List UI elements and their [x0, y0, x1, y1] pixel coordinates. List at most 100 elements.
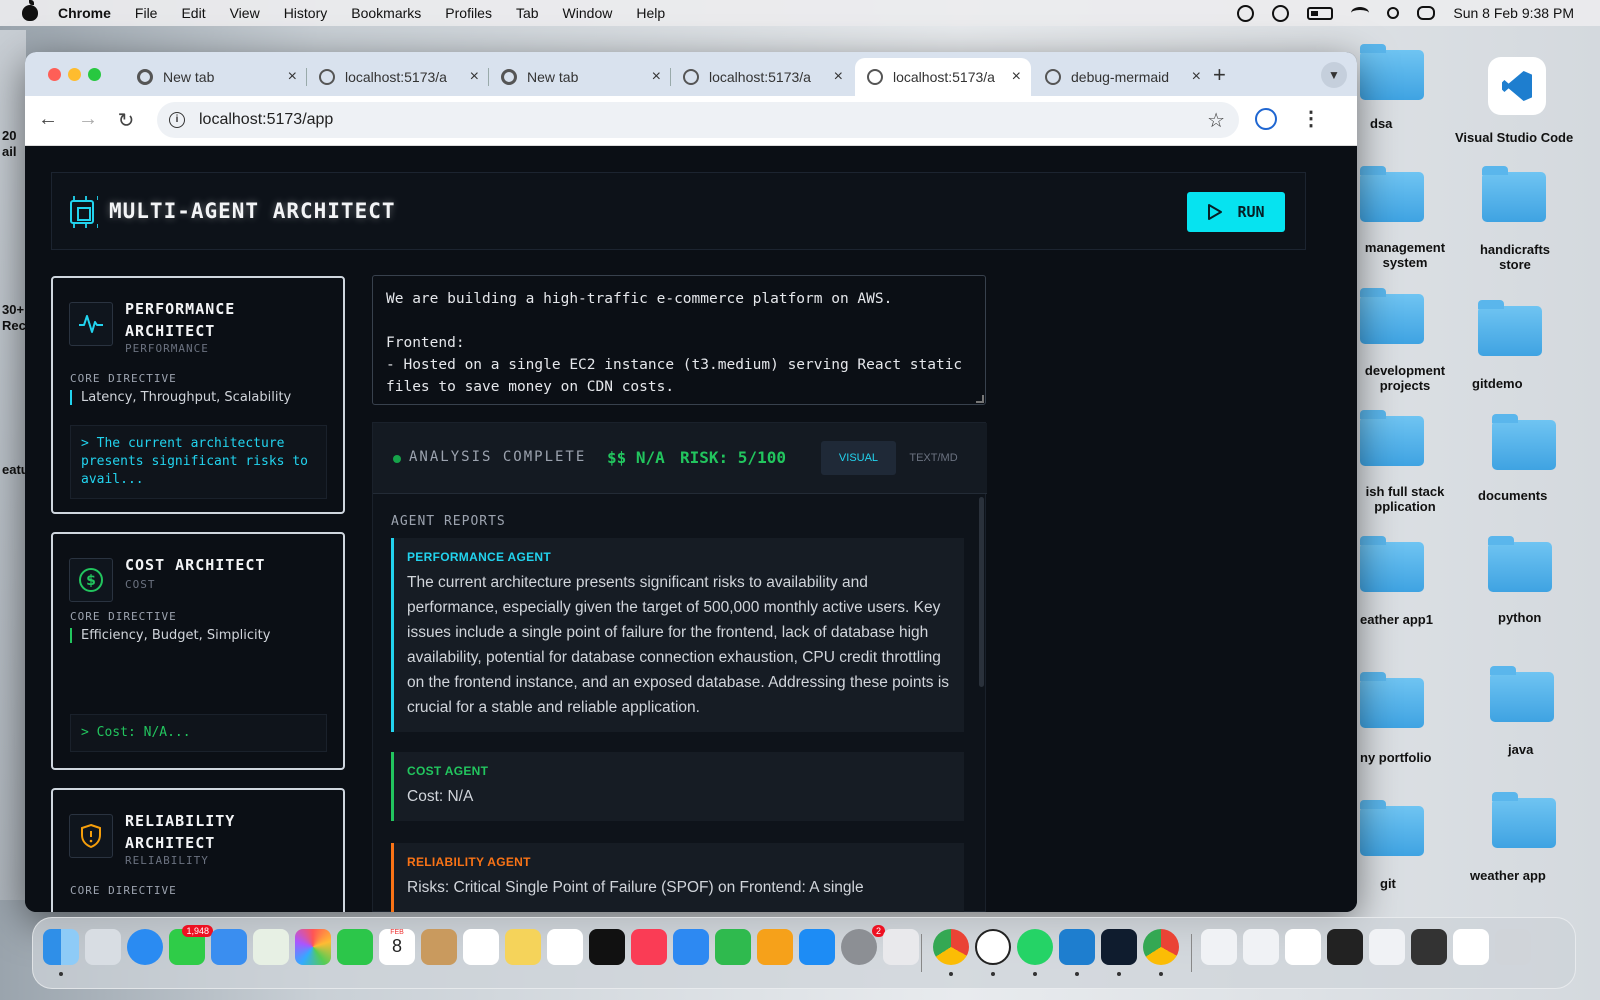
profile-avatar-icon[interactable] — [1255, 108, 1277, 130]
browser-tab[interactable]: New tab × — [125, 58, 307, 96]
facetime-icon[interactable] — [337, 929, 373, 965]
back-arrow-icon[interactable]: ← — [35, 108, 61, 131]
menu-profiles[interactable]: Profiles — [445, 5, 492, 21]
close-tab-icon[interactable]: × — [1012, 68, 1021, 86]
reload-icon[interactable]: ↻ — [113, 108, 139, 133]
resize-grip-icon[interactable] — [976, 395, 984, 403]
apple-tv-icon[interactable] — [589, 929, 625, 965]
address-bar[interactable]: i localhost:5173/app ☆ — [157, 102, 1239, 138]
forward-arrow-icon[interactable]: → — [75, 108, 101, 131]
close-tab-icon[interactable]: × — [470, 68, 479, 86]
close-tab-icon[interactable]: × — [652, 68, 661, 86]
minimized-window-thumbnail[interactable] — [1453, 929, 1489, 965]
folder-icon[interactable] — [1360, 672, 1424, 728]
close-tab-icon[interactable]: × — [1192, 68, 1201, 86]
chrome-icon[interactable] — [933, 929, 969, 965]
app-store-icon[interactable] — [799, 929, 835, 965]
desktop-icon-label[interactable]: development projects — [1357, 363, 1453, 393]
folder-icon[interactable] — [1360, 44, 1424, 100]
menu-view[interactable]: View — [230, 5, 260, 21]
minimized-window-thumbnail[interactable] — [1411, 929, 1447, 965]
browser-tab-active[interactable]: localhost:5173/a × — [855, 58, 1031, 96]
control-center-icon[interactable] — [1417, 6, 1436, 20]
vscode-app-icon[interactable] — [1488, 57, 1546, 115]
minimized-window-thumbnail[interactable] — [1285, 929, 1321, 965]
launchpad-icon[interactable] — [85, 929, 121, 965]
site-info-icon[interactable]: i — [169, 112, 185, 128]
desktop-icon-label[interactable]: management system — [1357, 240, 1453, 270]
folder-icon[interactable] — [1360, 288, 1424, 344]
desktop-icon-label[interactable]: Visual Studio Code — [1455, 130, 1573, 145]
apple-menu-icon[interactable] — [22, 0, 38, 21]
chrome-menu-icon[interactable]: ⋮ — [1301, 106, 1321, 131]
menubar-clock[interactable]: Sun 8 Feb 9:38 PM — [1453, 5, 1574, 21]
browser-tab[interactable]: New tab × — [489, 58, 671, 96]
browser-tab[interactable]: localhost:5173/a × — [671, 58, 853, 96]
menu-window[interactable]: Window — [563, 5, 613, 21]
wifi-icon[interactable] — [1351, 7, 1370, 19]
folder-icon[interactable] — [1478, 300, 1542, 356]
safari-icon[interactable] — [127, 929, 163, 965]
spotlight-search-icon[interactable] — [1387, 7, 1400, 19]
folder-icon[interactable] — [1360, 410, 1424, 466]
minimized-window-thumbnail[interactable] — [1243, 929, 1279, 965]
openai-status-icon[interactable] — [1237, 4, 1255, 22]
freeform-icon[interactable] — [547, 929, 583, 965]
agent-card-cost[interactable]: $ COST ARCHITECT COST CORE DIRECTIVE Eff… — [51, 532, 345, 770]
system-settings-icon[interactable]: 2 — [841, 925, 885, 965]
desktop-icon-label[interactable]: weather app — [1470, 868, 1546, 883]
menu-app-name[interactable]: Chrome — [58, 5, 111, 21]
folder-icon[interactable] — [1482, 166, 1546, 222]
desktop-icon-label[interactable]: ny portfolio — [1360, 750, 1432, 765]
desktop-icon-label[interactable]: java — [1508, 742, 1533, 757]
desktop-icon-label[interactable]: git — [1380, 876, 1396, 891]
tab-search-dropdown-icon[interactable]: ▼ — [1321, 62, 1347, 88]
contacts-icon[interactable] — [421, 929, 457, 965]
iphone-mirroring-icon[interactable] — [883, 929, 919, 965]
vscode-dock-icon[interactable] — [1059, 929, 1095, 965]
minimized-window-thumbnail[interactable] — [1369, 929, 1405, 965]
desktop-icon-label[interactable]: eather app1 — [1360, 612, 1433, 627]
architecture-input[interactable]: We are building a high-traffic e-commerc… — [372, 275, 986, 405]
menu-history[interactable]: History — [284, 5, 328, 21]
folder-icon[interactable] — [1492, 792, 1556, 848]
reports-scrollbar[interactable] — [979, 497, 984, 687]
run-button[interactable]: RUN — [1187, 192, 1285, 232]
music-icon[interactable] — [631, 929, 667, 965]
menu-bookmarks[interactable]: Bookmarks — [351, 5, 421, 21]
notes-icon[interactable] — [505, 929, 541, 965]
text-md-view-button[interactable]: TEXT/MD — [896, 441, 971, 475]
desktop-icon-label[interactable]: gitdemo — [1472, 376, 1523, 391]
close-tab-icon[interactable]: × — [288, 68, 297, 86]
menu-tab[interactable]: Tab — [516, 5, 539, 21]
keynote-icon[interactable] — [673, 929, 709, 965]
battery-icon[interactable] — [1307, 6, 1334, 20]
maps-icon[interactable] — [253, 929, 289, 965]
numbers-icon[interactable] — [715, 929, 751, 965]
menu-help[interactable]: Help — [636, 5, 665, 21]
zoom-window-button[interactable] — [88, 68, 101, 81]
menu-file[interactable]: File — [135, 5, 158, 21]
bookmark-star-icon[interactable]: ☆ — [1207, 108, 1225, 133]
desktop-icon-label[interactable]: python — [1498, 610, 1541, 625]
calendar-icon[interactable]: FEB 8 — [379, 929, 415, 965]
chrome-profile-icon[interactable] — [1143, 929, 1179, 965]
play-status-icon[interactable] — [1272, 4, 1290, 22]
url-text[interactable]: localhost:5173/app — [199, 111, 333, 129]
new-tab-button[interactable]: + — [1213, 62, 1226, 88]
folder-icon[interactable] — [1490, 666, 1554, 722]
folder-icon[interactable] — [1360, 166, 1424, 222]
desktop-icon-label[interactable]: ish full stack pplication — [1355, 484, 1455, 514]
pages-icon[interactable] — [757, 929, 793, 965]
agent-card-reliability[interactable]: RELIABILITY ARCHITECT RELIABILITY CORE D… — [51, 788, 345, 912]
close-tab-icon[interactable]: × — [834, 68, 843, 86]
desktop-icon-label[interactable]: documents — [1478, 488, 1547, 503]
photos-icon[interactable] — [295, 929, 331, 965]
trash-icon[interactable] — [1495, 929, 1531, 965]
folder-icon[interactable] — [1360, 536, 1424, 592]
whatsapp-icon[interactable] — [1017, 929, 1053, 965]
minimized-window-thumbnail[interactable] — [1201, 929, 1237, 965]
antigravity-icon[interactable] — [1101, 929, 1137, 965]
folder-icon[interactable] — [1492, 414, 1556, 470]
reminders-icon[interactable] — [463, 929, 499, 965]
